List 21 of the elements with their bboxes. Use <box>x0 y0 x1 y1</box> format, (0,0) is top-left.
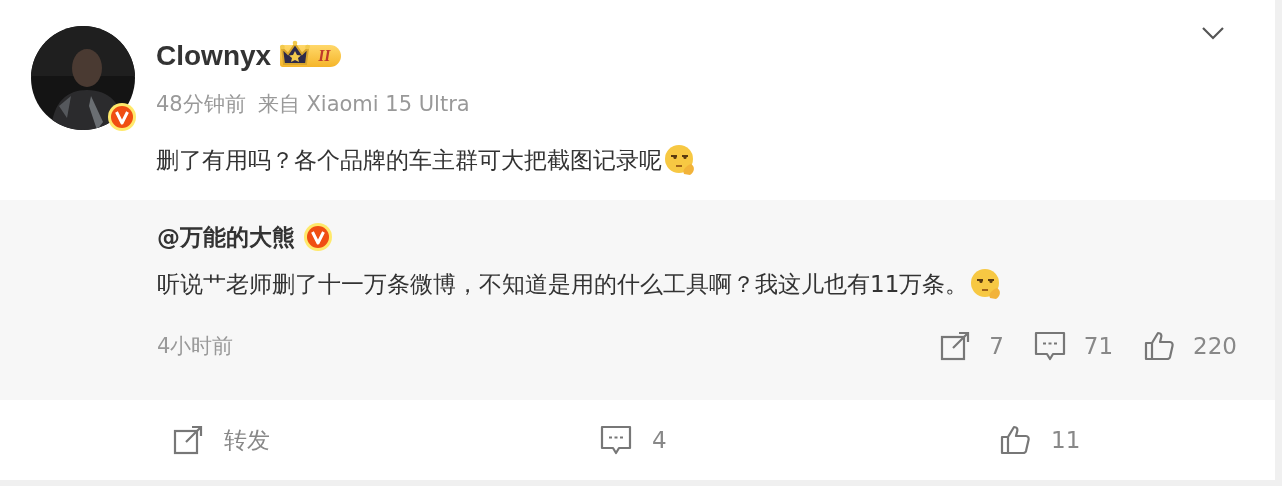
comment-button[interactable]: 71 <box>1033 330 1114 362</box>
thumbs-up-icon <box>999 424 1031 456</box>
chevron-down-icon <box>1201 26 1225 40</box>
like-button[interactable]: 11 <box>999 424 1081 456</box>
repost-icon <box>939 330 972 362</box>
repost-button[interactable]: 7 <box>939 330 1004 362</box>
post-source: 来自 Xiaomi 15 Ultra <box>257 91 470 118</box>
comment-button[interactable]: 4 <box>600 424 667 456</box>
crown-icon <box>280 40 311 66</box>
comment-icon <box>1033 330 1066 362</box>
username[interactable]: Clownyx <box>156 40 272 72</box>
post-time: 48分钟前 <box>156 91 246 118</box>
like-button[interactable]: 220 <box>1143 330 1237 362</box>
thumbs-up-icon <box>1143 330 1176 362</box>
quoted-text: 听说艹老师删了十一万条微博，不知道是用的什么工具啊？我这儿也有11万条。 <box>157 269 969 299</box>
username[interactable]: @万能的大熊 <box>157 221 295 253</box>
post-text: 删了有用吗？各个品牌的车主群可大把截图记录呢 <box>156 145 662 175</box>
repost-button[interactable]: 转发 <box>172 424 270 456</box>
repost-icon <box>172 424 204 456</box>
comment-icon <box>600 424 632 456</box>
post-time: 4小时前 <box>157 333 234 360</box>
